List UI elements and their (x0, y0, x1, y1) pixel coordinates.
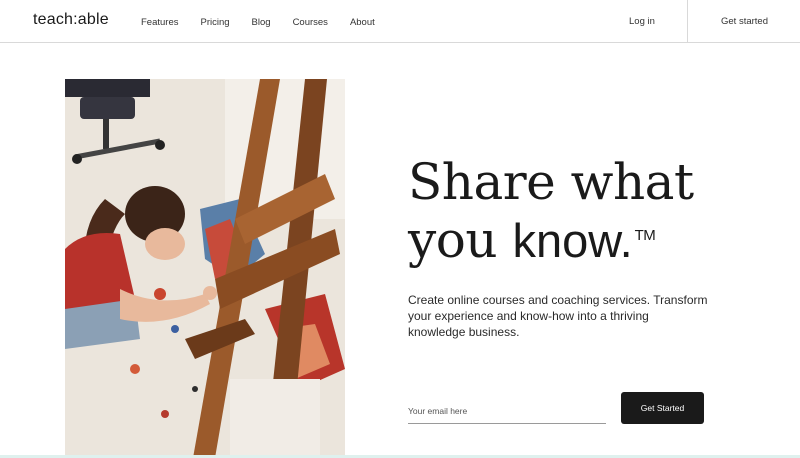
teachable-logo[interactable]: teach:able (33, 11, 109, 29)
hero-subcopy: Create online courses and coaching servi… (408, 293, 708, 339)
top-navigation-bar: teach:able Features Pricing Blog Courses… (0, 0, 800, 43)
nav-pricing[interactable]: Pricing (201, 17, 230, 28)
nav-about[interactable]: About (350, 17, 375, 28)
get-started-button[interactable]: Get Started (621, 392, 704, 424)
header-divider (687, 0, 688, 43)
email-input[interactable] (408, 399, 606, 424)
nav-features[interactable]: Features (141, 17, 179, 28)
hero-photo-artist-painting (65, 79, 345, 458)
get-started-link[interactable]: Get started (721, 16, 768, 27)
nav-courses[interactable]: Courses (293, 17, 328, 28)
main-nav: Features Pricing Blog Courses About (141, 17, 397, 28)
headline-line1: Share what (408, 153, 694, 211)
headline-line2-strong: know. (512, 214, 633, 267)
trademark-symbol: TM (634, 227, 656, 244)
headline-line2-light: you (408, 211, 513, 269)
nav-blog[interactable]: Blog (252, 17, 271, 28)
login-link[interactable]: Log in (629, 16, 655, 27)
hero-headline: Share what you know. TM (408, 153, 748, 270)
